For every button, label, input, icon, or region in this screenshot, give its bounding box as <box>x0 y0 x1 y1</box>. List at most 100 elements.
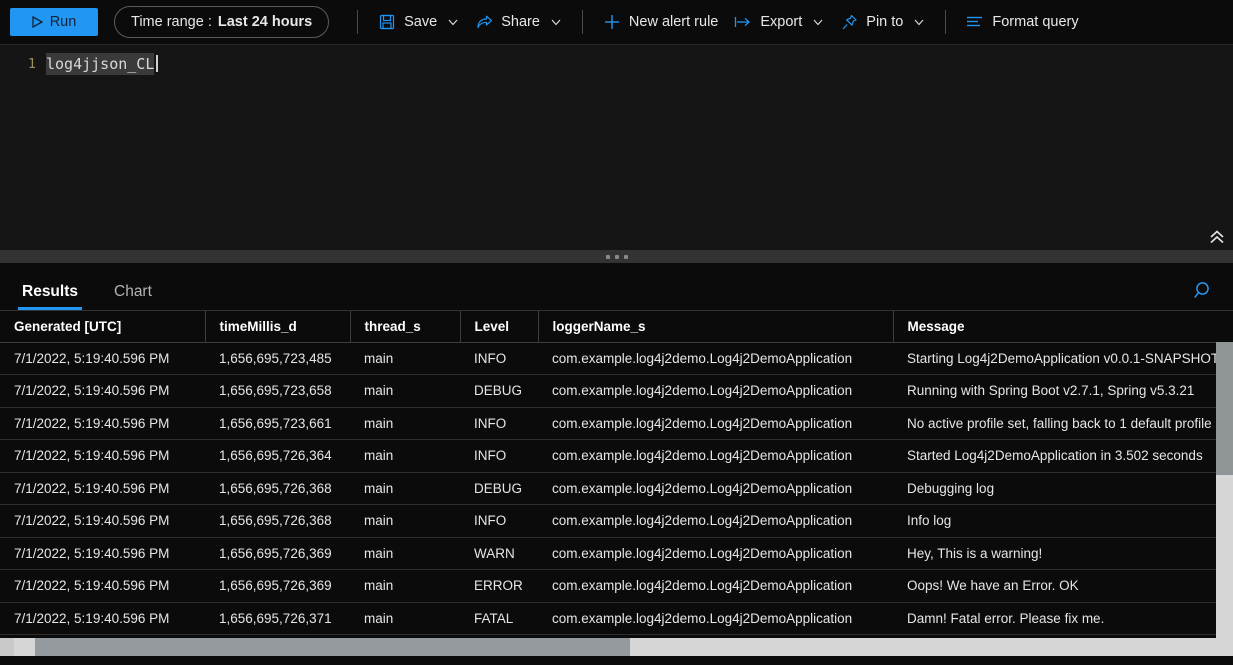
table-row[interactable]: 7/1/2022, 5:19:40.596 PM 1,656,695,723,65… <box>0 374 1233 408</box>
cell-timemillis: 1,656,695,723,661 <box>205 407 350 440</box>
cell-timemillis: 1,656,695,726,368 <box>205 504 350 538</box>
scrollbar-track-start <box>0 638 14 656</box>
cell-loggername: com.example.log4j2demo.Log4j2DemoApplica… <box>538 504 893 538</box>
cell-timemillis: 1,656,695,726,369 <box>205 569 350 603</box>
query-text[interactable]: log4jjson_CL <box>46 53 155 75</box>
table-row[interactable]: 7/1/2022, 5:19:40.596 PM 1,656,695,723,66… <box>0 407 1233 440</box>
run-button-label: Run <box>49 14 77 30</box>
cell-message: Running with Spring Boot v2.7.1, Spring … <box>893 374 1233 408</box>
export-button[interactable]: Export <box>726 6 832 38</box>
format-query-label: Format query <box>992 14 1079 30</box>
cell-message: Info log <box>893 504 1233 538</box>
cell-thread: main <box>350 407 460 440</box>
cell-generated: 7/1/2022, 5:19:40.596 PM <box>0 342 205 375</box>
table-row[interactable]: 7/1/2022, 5:19:40.596 PM 1,656,695,726,36… <box>0 472 1233 505</box>
column-header-thread[interactable]: thread_s <box>349 311 460 343</box>
cell-timemillis: 1,656,695,726,368 <box>205 472 350 505</box>
column-header-level[interactable]: Level <box>459 311 538 343</box>
cell-loggername: com.example.log4j2demo.Log4j2DemoApplica… <box>538 342 893 375</box>
cell-level: DEBUG <box>460 472 538 505</box>
cell-level: INFO <box>460 342 538 375</box>
cell-level: INFO <box>460 504 538 538</box>
cell-timemillis: 1,656,695,726,371 <box>205 602 350 635</box>
horizontal-scrollbar-thumb[interactable] <box>35 638 630 656</box>
new-alert-rule-button[interactable]: New alert rule <box>595 6 726 38</box>
share-button-label: Share <box>501 14 540 30</box>
editor-line-number: 1 <box>27 56 36 72</box>
cell-generated: 7/1/2022, 5:19:40.596 PM <box>0 407 205 440</box>
save-button[interactable]: Save <box>370 6 467 38</box>
results-table: Generated [UTC] timeMillis_d thread_s Le… <box>0 311 1233 635</box>
cell-level: ERROR <box>460 569 538 603</box>
pin-to-button[interactable]: Pin to <box>832 6 933 38</box>
share-arrow-icon <box>475 13 493 31</box>
search-icon[interactable] <box>1193 280 1215 302</box>
cell-loggername: com.example.log4j2demo.Log4j2DemoApplica… <box>538 374 893 408</box>
table-row[interactable]: 7/1/2022, 5:19:40.596 PM 1,656,695,726,36… <box>0 439 1233 473</box>
table-row[interactable]: 7/1/2022, 5:19:40.596 PM 1,656,695,723,48… <box>0 342 1233 375</box>
format-lines-icon <box>966 13 984 31</box>
cell-level: FATAL <box>460 602 538 635</box>
cell-generated: 7/1/2022, 5:19:40.596 PM <box>0 569 205 603</box>
cell-thread: main <box>350 374 460 408</box>
save-disk-icon <box>378 13 396 31</box>
export-button-label: Export <box>760 14 803 30</box>
results-table-body: 7/1/2022, 5:19:40.596 PM 1,656,695,723,48… <box>0 342 1233 635</box>
panel-splitter[interactable] <box>0 250 1233 263</box>
cell-thread: main <box>350 504 460 538</box>
cell-loggername: com.example.log4j2demo.Log4j2DemoApplica… <box>538 472 893 505</box>
cell-loggername: com.example.log4j2demo.Log4j2DemoApplica… <box>538 602 893 635</box>
cell-loggername: com.example.log4j2demo.Log4j2DemoApplica… <box>538 439 893 473</box>
cell-message: Starting Log4j2DemoApplication v0.0.1-SN… <box>893 342 1233 375</box>
cell-generated: 7/1/2022, 5:19:40.596 PM <box>0 602 205 635</box>
table-row[interactable]: 7/1/2022, 5:19:40.596 PM 1,656,695,726,36… <box>0 537 1233 570</box>
share-button[interactable]: Share <box>467 6 570 38</box>
cell-timemillis: 1,656,695,726,364 <box>205 439 350 473</box>
run-button[interactable]: Run <box>10 8 98 36</box>
cell-generated: 7/1/2022, 5:19:40.596 PM <box>0 374 205 408</box>
text-cursor <box>156 55 159 72</box>
vertical-scrollbar-thumb[interactable] <box>1216 342 1233 475</box>
column-header-message[interactable]: Message <box>892 311 1233 343</box>
time-range-value: Last 24 hours <box>217 14 313 30</box>
cell-generated: 7/1/2022, 5:19:40.596 PM <box>0 537 205 570</box>
export-arrow-icon <box>734 13 752 31</box>
cell-level: WARN <box>460 537 538 570</box>
cell-thread: main <box>350 439 460 473</box>
plus-icon <box>603 13 621 31</box>
format-query-button[interactable]: Format query <box>958 6 1086 38</box>
cell-generated: 7/1/2022, 5:19:40.596 PM <box>0 472 205 505</box>
splitter-dot <box>605 254 610 259</box>
table-row[interactable]: 7/1/2022, 5:19:40.596 PM 1,656,695,726,36… <box>0 569 1233 603</box>
cell-timemillis: 1,656,695,723,658 <box>205 374 350 408</box>
cell-message: Debugging log <box>893 472 1233 505</box>
cell-loggername: com.example.log4j2demo.Log4j2DemoApplica… <box>538 569 893 603</box>
tab-results[interactable]: Results <box>18 283 82 310</box>
column-header-timemillis[interactable]: timeMillis_d <box>204 311 350 343</box>
column-header-generated[interactable]: Generated [UTC] <box>0 311 205 343</box>
cell-message: Damn! Fatal error. Please fix me. <box>893 602 1233 635</box>
table-row[interactable]: 7/1/2022, 5:19:40.596 PM 1,656,695,726,36… <box>0 504 1233 538</box>
chevron-down-icon <box>447 16 459 28</box>
tab-chart[interactable]: Chart <box>110 283 156 310</box>
query-input[interactable]: log4jjson_CL <box>46 53 1233 250</box>
horizontal-scrollbar[interactable] <box>0 638 1233 656</box>
tab-chart-label: Chart <box>114 283 152 300</box>
time-range-picker[interactable]: Time range : Last 24 hours <box>114 6 330 38</box>
table-header-row: Generated [UTC] timeMillis_d thread_s Le… <box>0 311 1233 343</box>
cell-thread: main <box>350 537 460 570</box>
vertical-scrollbar[interactable] <box>1216 342 1233 638</box>
cell-level: DEBUG <box>460 374 538 408</box>
column-header-loggername[interactable]: loggerName_s <box>537 311 893 343</box>
chevron-down-icon <box>550 16 562 28</box>
table-row[interactable]: 7/1/2022, 5:19:40.596 PM 1,656,695,726,37… <box>0 602 1233 635</box>
play-icon <box>32 15 44 29</box>
cell-timemillis: 1,656,695,726,369 <box>205 537 350 570</box>
cell-message: Oops! We have an Error. OK <box>893 569 1233 603</box>
top-toolbar: Run Time range : Last 24 hours Save Shar… <box>0 0 1233 45</box>
query-editor[interactable]: 1 log4jjson_CL <box>0 45 1233 250</box>
cell-message: Hey, This is a warning! <box>893 537 1233 570</box>
cell-thread: main <box>350 342 460 375</box>
save-button-label: Save <box>404 14 438 30</box>
chevron-double-up-icon[interactable] <box>1207 228 1227 246</box>
